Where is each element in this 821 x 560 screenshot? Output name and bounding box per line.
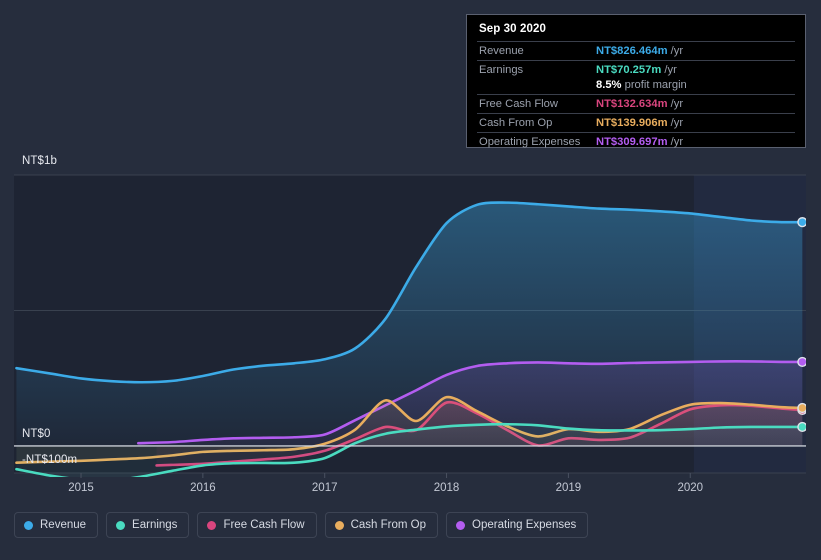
legend-item-label: Revenue (40, 519, 87, 531)
tooltip-metrics-table: Revenue NT$826.464m /yr Earnings NT$70.257m… (477, 41, 795, 151)
tooltip-row: Free Cash Flow NT$132.634m /yr (477, 94, 795, 114)
legend-item-label: Operating Expenses (472, 519, 577, 531)
tooltip-metric-value: NT$826.464m /yr (594, 41, 795, 61)
tooltip-profit-margin: 8.5% profit margin (594, 79, 795, 95)
x-axis-label-2016: 2016 (190, 482, 216, 494)
y-axis-label-bottom: -NT$100m (22, 454, 78, 466)
tooltip-metric-unit: /yr (667, 45, 684, 57)
x-axis-label-2017: 2017 (311, 482, 338, 494)
x-axis-label-2019: 2019 (555, 482, 582, 494)
chart-tooltip: Sep 30 2020 Revenue NT$826.464m /yr Earnin… (466, 14, 806, 151)
legend-color-dot-icon (456, 520, 466, 530)
tooltip-metric-number: NT$309.697m (596, 136, 668, 148)
chart-legend[interactable]: Revenue Earnings Free Cash Flow Cash From O… (14, 512, 589, 538)
tooltip-metric-unit: /yr (667, 98, 684, 110)
tooltip-profit-margin-label: profit margin (621, 79, 687, 91)
series-endpoint-dot (797, 421, 806, 433)
tooltip-row: Cash From Op NT$139.906m /yr (477, 113, 795, 133)
legend-item-operating-expenses[interactable]: Operating Expenses (446, 512, 589, 538)
legend-item-cash-from-op[interactable]: Cash From Op (324, 512, 439, 538)
tooltip-metric-unit: /yr (661, 64, 677, 76)
legend-item-label: Cash From Op (350, 519, 427, 531)
tooltip-date: Sep 30 2020 (479, 23, 546, 35)
y-axis-label-top: NT$1b (22, 155, 58, 167)
x-axis-label-2018: 2018 (433, 482, 460, 494)
y-axis-label-zero: NT$0 (22, 428, 51, 440)
legend-item-free-cash-flow[interactable]: Free Cash Flow (197, 512, 317, 538)
series-endpoint-dot (797, 356, 806, 368)
tooltip-profit-margin-value: 8.5% (596, 79, 622, 91)
series-endpoint-dot (797, 402, 806, 414)
tooltip-metric-value: NT$139.906m /yr (594, 113, 795, 133)
tooltip-metric-label: Earnings (477, 60, 594, 79)
legend-color-dot-icon (116, 520, 126, 530)
legend-color-dot-icon (24, 520, 33, 530)
legend-color-dot-icon (334, 520, 344, 530)
tooltip-metric-unit: /yr (667, 117, 684, 129)
tooltip-metric-label: Operating Expenses (477, 132, 594, 151)
financial-chart: NT$1b NT$0 -NT$100m 2015 2016 2017 2018 2019… (0, 0, 821, 560)
legend-color-dot-icon (207, 520, 217, 530)
tooltip-metric-label: Cash From Op (477, 113, 594, 133)
tooltip-metric-number: NT$139.906m (596, 117, 668, 129)
tooltip-row: Earnings NT$70.257m /yr (477, 60, 795, 79)
legend-item-label: Free Cash Flow (223, 519, 305, 531)
tooltip-metric-number: NT$826.464m (596, 45, 668, 57)
legend-item-revenue[interactable]: Revenue (14, 512, 99, 538)
tooltip-subrow-spacer (477, 79, 594, 95)
x-axis-label-2020: 2020 (677, 482, 704, 494)
x-axis-label-2015: 2015 (68, 482, 94, 494)
tooltip-metric-value: NT$309.697m /yr (594, 132, 795, 151)
tooltip-metric-value: NT$70.257m /yr (594, 60, 795, 79)
tooltip-row: Revenue NT$826.464m /yr (477, 41, 795, 61)
tooltip-metric-unit: /yr (667, 136, 684, 148)
series-endpoint-dot (797, 217, 806, 228)
tooltip-metric-value: NT$132.634m /yr (594, 94, 795, 114)
tooltip-metric-number: NT$70.257m (596, 64, 662, 76)
tooltip-metric-label: Revenue (477, 41, 594, 61)
tooltip-metric-number: NT$132.634m (596, 98, 668, 110)
legend-item-earnings[interactable]: Earnings (106, 512, 190, 538)
tooltip-row: Operating Expenses NT$309.697m /yr (477, 132, 795, 151)
tooltip-metric-label: Free Cash Flow (477, 94, 594, 114)
legend-item-label: Earnings (132, 519, 178, 531)
tooltip-subrow: 8.5% profit margin (477, 79, 795, 95)
